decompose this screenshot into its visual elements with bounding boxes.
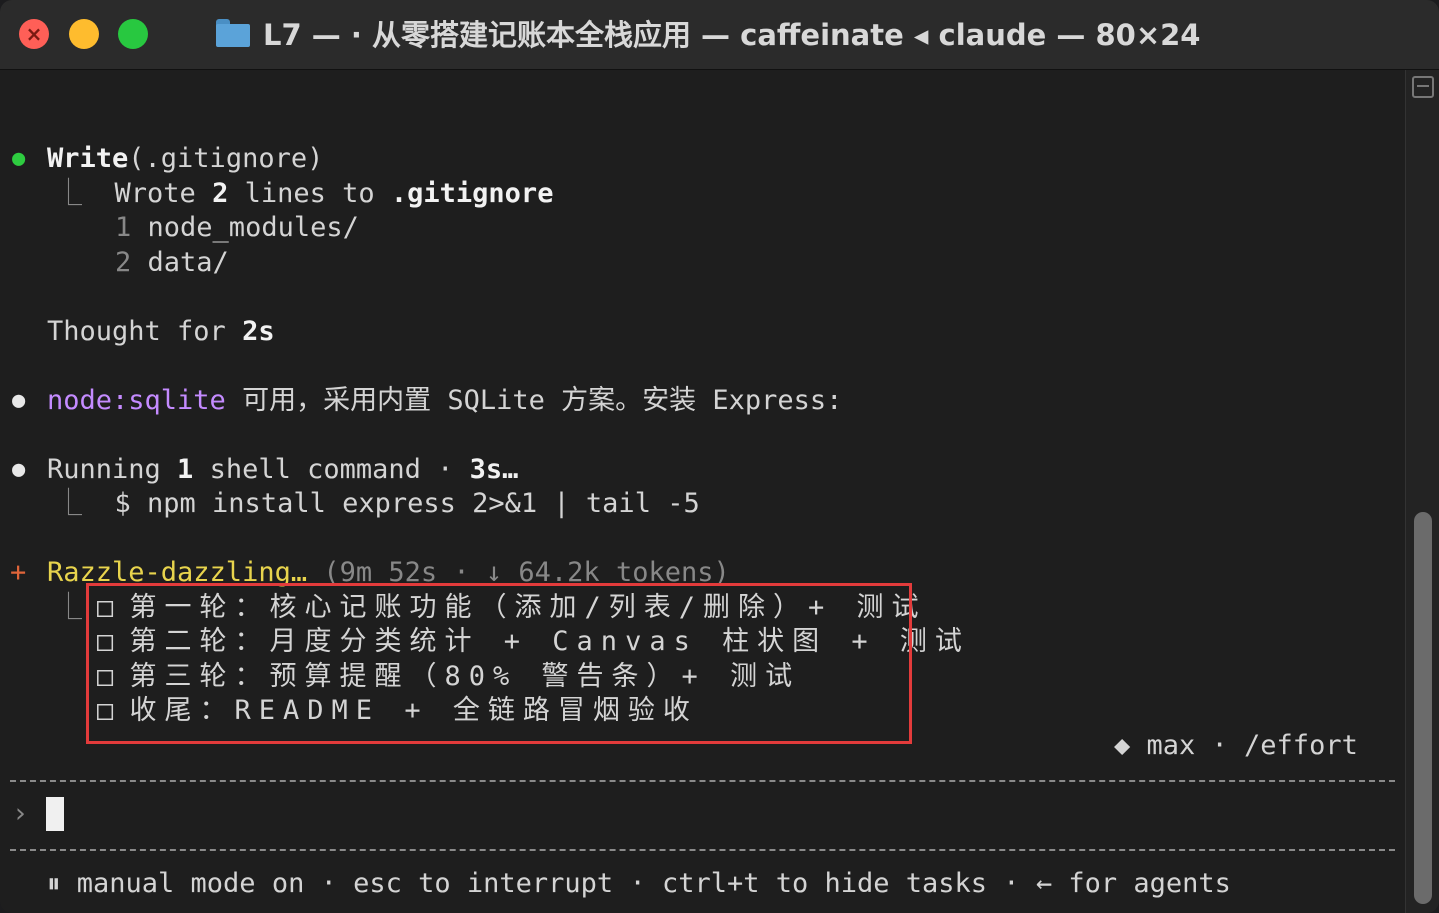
zoom-button[interactable] bbox=[118, 19, 148, 49]
close-button[interactable]: × bbox=[19, 19, 49, 49]
split-pane-icon[interactable] bbox=[1412, 76, 1434, 98]
thought-status: Thought for 2s bbox=[47, 316, 275, 347]
success-dot-icon: ● bbox=[12, 146, 26, 171]
prompt-input[interactable] bbox=[46, 797, 64, 831]
tree-branch-icon: ⎿ bbox=[55, 488, 82, 519]
window-title: L7 — · 从零搭建记账本全栈应用 — caffeinate ◂ claude… bbox=[216, 13, 1201, 53]
terminal-window: × L7 — · 从零搭建记账本全栈应用 — caffeinate ◂ clau… bbox=[0, 0, 1439, 913]
input-separator-top bbox=[10, 780, 1395, 782]
folder-icon bbox=[216, 19, 250, 47]
write-tool-call: Write(.gitignore) bbox=[47, 143, 324, 174]
task-highlight-box bbox=[86, 583, 912, 744]
input-separator-bottom bbox=[10, 849, 1395, 851]
effort-indicator[interactable]: ◆ max · /effort bbox=[1114, 729, 1358, 763]
running-dot-icon: ● bbox=[12, 457, 26, 482]
running-status: Running 1 shell command · 3s… bbox=[47, 454, 519, 485]
write-result: ⎿ Wrote 2 lines to .gitignore bbox=[55, 178, 554, 209]
minimize-button[interactable] bbox=[69, 19, 99, 49]
status-bar: ⏸ manual mode on · esc to interrupt · ct… bbox=[47, 868, 1231, 899]
file-line: 2 data/ bbox=[115, 247, 229, 278]
prompt-chevron-icon: › bbox=[12, 798, 29, 829]
terminal-output[interactable]: ● Write(.gitignore) ⎿ Wrote 2 lines to .… bbox=[0, 70, 1405, 913]
window-title-text: L7 — · 从零搭建记账本全栈应用 — caffeinate ◂ claude… bbox=[263, 18, 1201, 52]
shell-command: ⎿ $ npm install express 2>&1 | tail -5 bbox=[55, 488, 700, 519]
assistant-message: node:sqlite 可用，采用内置 SQLite 方案。安装 Express… bbox=[47, 385, 843, 416]
title-bar: × L7 — · 从零搭建记账本全栈应用 — caffeinate ◂ clau… bbox=[0, 0, 1439, 70]
tree-branch-icon: ⎿ bbox=[55, 178, 82, 209]
message-dot-icon: ● bbox=[12, 388, 26, 413]
spinner-icon: + bbox=[10, 557, 27, 588]
file-line: 1 node_modules/ bbox=[115, 212, 359, 243]
close-icon: × bbox=[25, 22, 43, 46]
scrollbar-thumb[interactable] bbox=[1414, 512, 1432, 904]
tree-branch-icon: ⎿ bbox=[55, 592, 82, 623]
